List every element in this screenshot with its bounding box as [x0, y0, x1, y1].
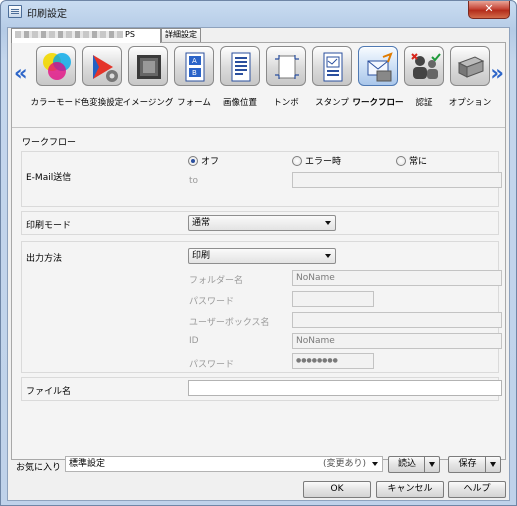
printer-settings-icon	[8, 5, 22, 18]
email-to-label: to	[189, 176, 199, 186]
divider	[12, 127, 505, 128]
email-option-on-error[interactable]: エラー時	[292, 154, 341, 167]
id-field[interactable]: NoName	[292, 333, 502, 349]
category-label: オプション	[448, 98, 492, 108]
color-mode-icon	[36, 46, 76, 86]
print-settings-window: 印刷設定 ✕ PS 詳細設定 « » カラーモード 色変換設定 イメージング A…	[0, 0, 517, 506]
email-label: E-Mail送信	[26, 173, 72, 183]
password-field[interactable]	[292, 291, 374, 307]
output-value: 印刷	[192, 251, 211, 261]
image-position-icon	[220, 46, 260, 86]
chevron-down-icon	[372, 462, 378, 466]
authentication-icon	[404, 46, 444, 86]
color-conversion-icon	[82, 46, 122, 86]
radio-icon	[396, 155, 406, 166]
tab-advanced-label: 詳細設定	[165, 30, 197, 39]
section-title: ワークフロー	[22, 138, 77, 148]
title-bar[interactable]: 印刷設定 ✕	[1, 1, 516, 23]
output-label: 出力方法	[26, 254, 63, 264]
favorites-bar: お気に入り 標準設定 (変更あり) 読込 保存	[11, 454, 506, 476]
category-strip: « » カラーモード 色変換設定 イメージング A B フォーム 画像位置 トン…	[12, 43, 505, 127]
print-mode-label: 印刷モード	[26, 221, 72, 231]
help-button[interactable]: ヘルプ	[448, 481, 506, 498]
favorites-value: 標準設定	[69, 459, 106, 469]
radio-label: 常に	[409, 157, 428, 167]
stamp-icon	[312, 46, 352, 86]
close-button[interactable]: ✕	[468, 1, 510, 19]
chevron-down-icon[interactable]	[424, 457, 439, 472]
category-imaging[interactable]: イメージング	[123, 46, 173, 124]
radio-icon	[292, 155, 302, 166]
load-button-label: 読込	[397, 459, 416, 469]
imaging-icon	[128, 46, 168, 86]
category-crop-marks[interactable]: トンボ	[264, 46, 308, 124]
output-select[interactable]: 印刷	[188, 248, 336, 264]
password2-field[interactable]: ●●●●●●●●	[292, 353, 374, 369]
folder-field[interactable]: NoName	[292, 270, 502, 286]
tab-ps[interactable]: PS	[11, 28, 161, 43]
category-color-mode[interactable]: カラーモード	[30, 46, 82, 124]
category-stamp[interactable]: スタンプ	[310, 46, 354, 124]
print-mode-select[interactable]: 通常	[188, 215, 336, 231]
cancel-button[interactable]: キャンセル	[376, 481, 444, 498]
crop-marks-icon	[266, 46, 306, 86]
save-button-label: 保存	[458, 459, 477, 469]
radio-icon	[188, 155, 198, 166]
email-option-off[interactable]: オフ	[188, 154, 219, 167]
scroll-right-icon[interactable]: »	[490, 63, 504, 84]
load-button[interactable]: 読込	[388, 456, 440, 473]
email-option-always[interactable]: 常に	[396, 154, 427, 167]
scroll-left-icon[interactable]: «	[14, 63, 28, 84]
id-label: ID	[189, 336, 199, 346]
category-color-conversion[interactable]: 色変換設定	[80, 46, 124, 124]
password-label: パスワード	[189, 297, 235, 307]
userbox-field[interactable]	[292, 312, 502, 328]
tab-advanced[interactable]: 詳細設定	[161, 28, 201, 42]
userbox-label: ユーザーボックス名	[189, 318, 270, 328]
password2-label: パスワード	[189, 360, 235, 370]
favorites-select[interactable]: 標準設定 (変更あり)	[65, 456, 383, 472]
workflow-icon	[358, 46, 398, 86]
print-mode-value: 通常	[192, 218, 211, 228]
category-form[interactable]: A B フォーム	[172, 46, 216, 124]
dialog-body: PS 詳細設定 « » カラーモード 色変換設定 イメージング A B フォーム…	[7, 27, 510, 501]
chevron-down-icon	[325, 254, 331, 258]
folder-label: フォルダー名	[189, 276, 244, 286]
favorites-status: (変更あり)	[322, 459, 366, 469]
chevron-down-icon[interactable]	[485, 457, 500, 472]
category-workflow[interactable]: ワークフロー	[352, 46, 404, 124]
category-option[interactable]: オプション	[448, 46, 492, 124]
option-icon	[450, 46, 490, 86]
ok-button[interactable]: OK	[303, 481, 371, 498]
save-button[interactable]: 保存	[448, 456, 501, 473]
chevron-down-icon	[325, 221, 331, 225]
filename-field[interactable]	[188, 380, 502, 396]
radio-label: オフ	[201, 157, 220, 167]
favorites-label: お気に入り	[16, 463, 62, 473]
category-image-position[interactable]: 画像位置	[218, 46, 262, 124]
redacted-printer-name	[15, 31, 123, 38]
email-to-field[interactable]	[292, 172, 502, 188]
svg-text:A: A	[192, 57, 197, 65]
svg-text:B: B	[192, 69, 197, 77]
filename-label: ファイル名	[26, 387, 72, 397]
tab-content: « » カラーモード 色変換設定 イメージング A B フォーム 画像位置 トン…	[11, 42, 506, 460]
category-authentication[interactable]: 認証	[402, 46, 446, 124]
window-title: 印刷設定	[27, 9, 67, 20]
radio-label: エラー時	[305, 157, 342, 167]
tab-ps-label: PS	[125, 30, 135, 39]
form-icon: A B	[174, 46, 214, 86]
